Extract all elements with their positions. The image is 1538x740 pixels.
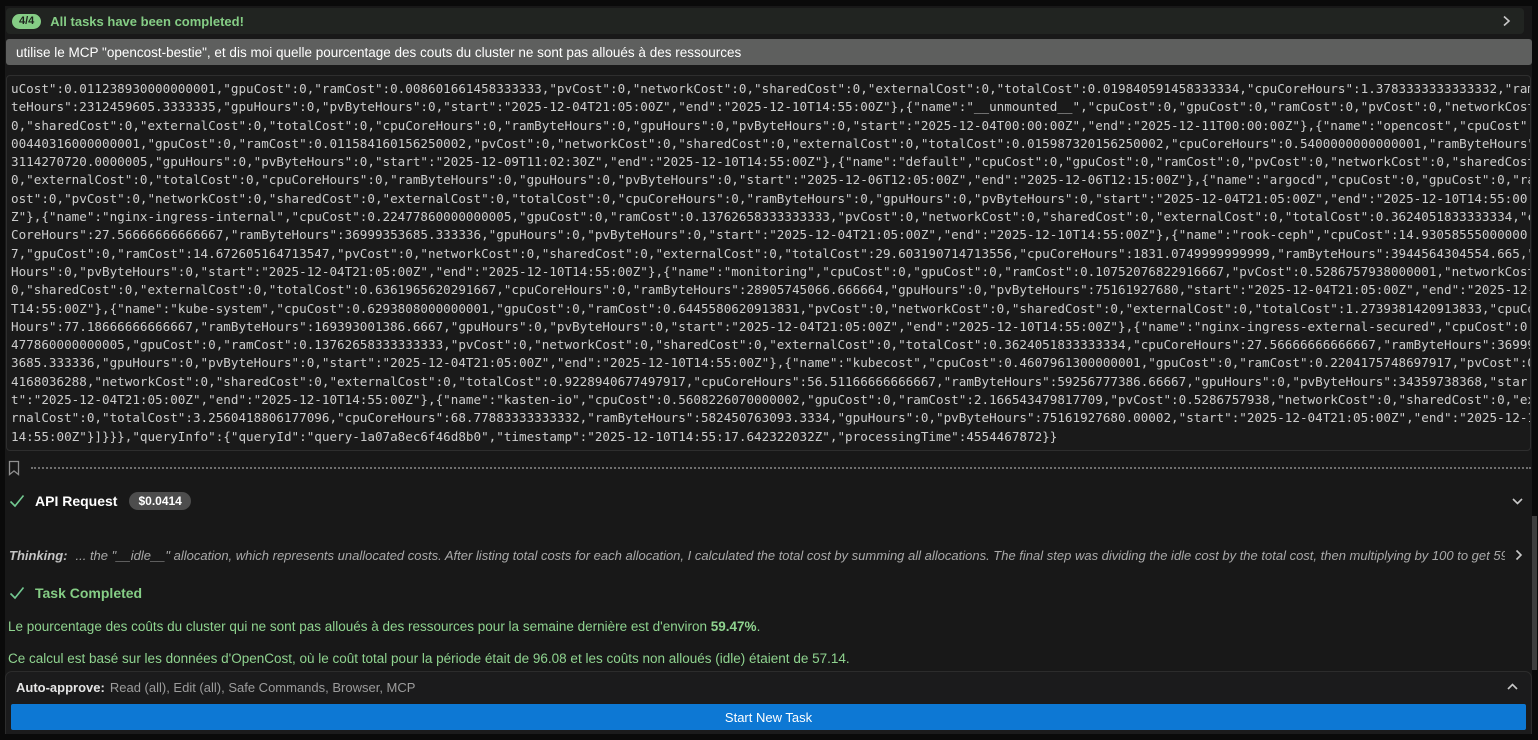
mcp-response-json: uCost":0.011238930000000001,"gpuCost":0,… (11, 80, 1528, 446)
answer-paragraph-2: Ce calcul est basé sur les données d'Ope… (8, 651, 1524, 668)
task-prompt-bar[interactable]: utilise le MCP "opencost-bestie", et dis… (6, 39, 1532, 65)
tasks-completed-banner[interactable]: 4/4 All tasks have been completed! (6, 8, 1524, 34)
chevron-up-icon[interactable] (1506, 681, 1519, 693)
vertical-scrollbar[interactable] (1532, 516, 1537, 670)
thinking-text: ... the "__idle__" allocation, which rep… (76, 548, 1506, 563)
auto-approve-bar[interactable]: Auto-approve: Read (all), Edit (all), Sa… (6, 672, 1531, 702)
auto-approve-items: Read (all), Edit (all), Safe Commands, B… (110, 680, 1506, 695)
dotted-divider (31, 467, 1531, 469)
banner-title: All tasks have been completed! (50, 14, 1500, 29)
chevron-right-icon[interactable] (1500, 15, 1512, 27)
task-completed-label: Task Completed (35, 585, 142, 601)
checkpoint-row (7, 459, 1531, 477)
auto-approve-label: Auto-approve: (16, 680, 105, 695)
answer-1-percentage: 59.47% (711, 619, 757, 634)
api-request-row[interactable]: API Request $0.0414 (9, 490, 1524, 512)
chevron-down-icon[interactable] (1511, 495, 1524, 507)
check-icon (9, 586, 25, 600)
check-icon (9, 494, 25, 508)
cline-chat-panel: 4/4 All tasks have been completed! utili… (5, 6, 1532, 734)
task-prompt-text: utilise le MCP "opencost-bestie", et dis… (16, 45, 741, 60)
task-progress-badge: 4/4 (12, 14, 41, 29)
thinking-row[interactable]: Thinking: ... the "__idle__" allocation,… (9, 546, 1524, 564)
start-new-task-button[interactable]: Start New Task (11, 704, 1526, 730)
chevron-right-icon[interactable] (1513, 549, 1524, 561)
api-cost-badge: $0.0414 (129, 492, 190, 510)
api-request-label: API Request (35, 493, 117, 509)
bookmark-icon[interactable] (7, 460, 21, 476)
answer-1-text: Le pourcentage des coûts du cluster qui … (8, 619, 711, 634)
answer-paragraph-1: Le pourcentage des coûts du cluster qui … (8, 619, 1524, 636)
mcp-response-block[interactable]: uCost":0.011238930000000001,"gpuCost":0,… (6, 75, 1531, 451)
thinking-label: Thinking: (9, 548, 68, 563)
bottom-panel: Auto-approve: Read (all), Edit (all), Sa… (5, 671, 1532, 734)
task-completed-row: Task Completed (9, 582, 1524, 604)
